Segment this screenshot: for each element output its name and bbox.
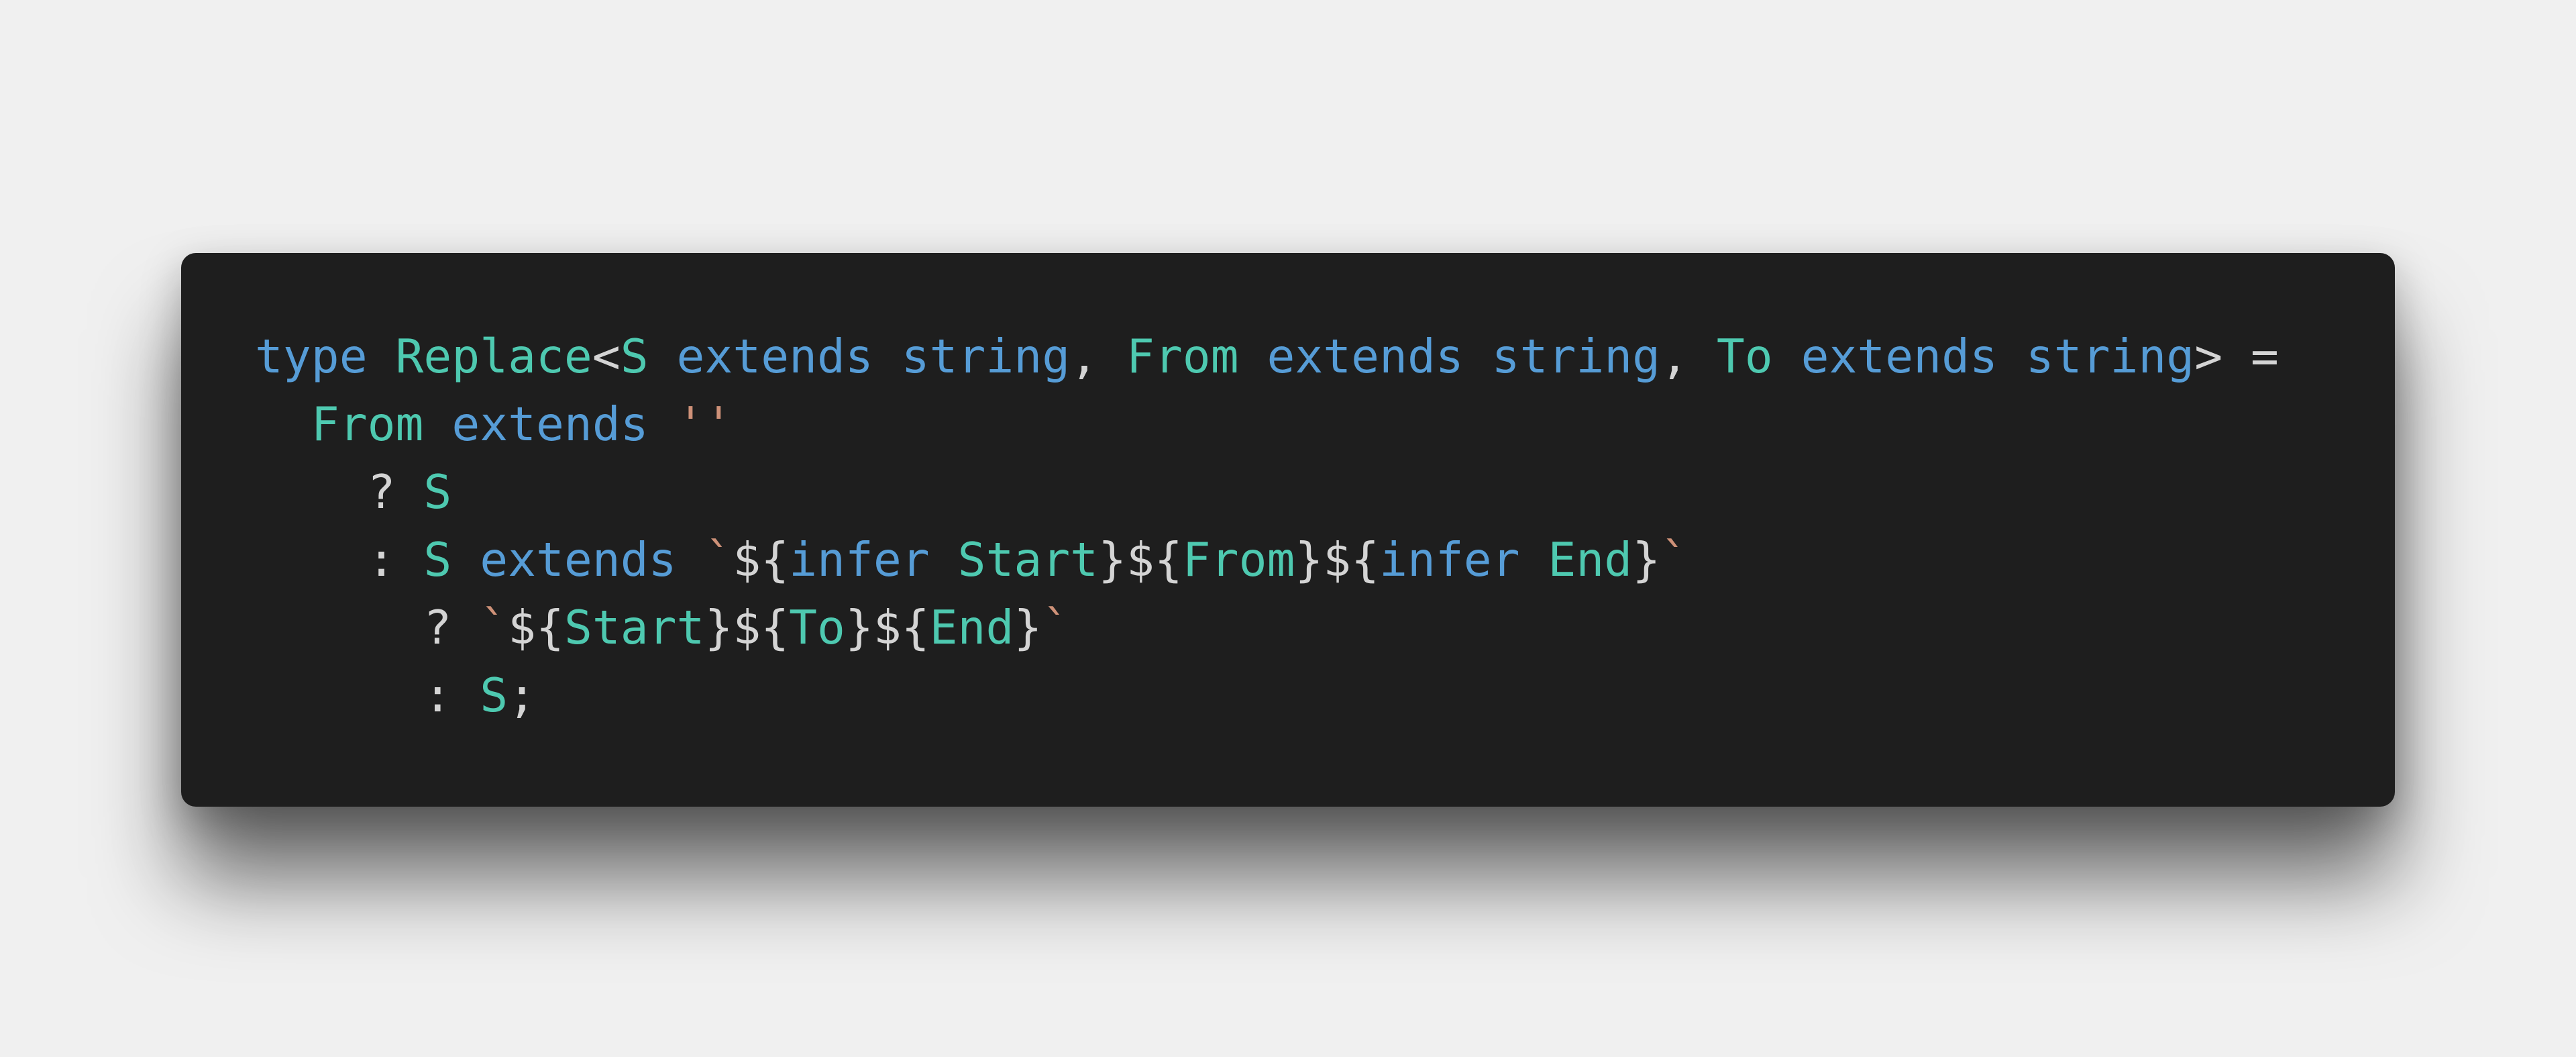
- punctuation-token: ;: [508, 668, 537, 723]
- punctuation-token: ,: [1070, 330, 1126, 384]
- punctuation-token: ,: [1660, 330, 1717, 384]
- code-snippet-card: type Replace<S extends string, From exte…: [181, 253, 2395, 807]
- string-token: `: [1042, 601, 1071, 655]
- punctuation-token: }${: [704, 601, 790, 655]
- type-token: From: [1182, 533, 1295, 587]
- keyword-token: string: [901, 330, 1071, 384]
- keyword-token: extends: [451, 397, 649, 452]
- keyword-token: infer: [789, 533, 930, 587]
- type-token: S: [620, 330, 649, 384]
- punctuation-token: [368, 330, 396, 384]
- code-line: ? `${Start}${To}${End}`: [255, 594, 2279, 662]
- type-token: Replace: [395, 330, 592, 384]
- code-line: : S;: [255, 662, 2279, 729]
- punctuation-token: ?: [423, 601, 480, 655]
- type-token: S: [423, 533, 452, 587]
- punctuation-token: [1464, 330, 1492, 384]
- punctuation-token: > =: [2194, 330, 2279, 384]
- punctuation-token: [930, 533, 958, 587]
- type-token: S: [423, 465, 452, 519]
- punctuation-token: [1773, 330, 1801, 384]
- keyword-token: string: [1491, 330, 1661, 384]
- punctuation-token: }: [1014, 601, 1042, 655]
- punctuation-token: <: [592, 330, 621, 384]
- type-token: From: [1126, 330, 1239, 384]
- keyword-token: extends: [1267, 330, 1464, 384]
- punctuation-token: }${: [845, 601, 930, 655]
- type-token: Start: [564, 601, 705, 655]
- string-token: `: [480, 601, 508, 655]
- code-line: From extends '': [255, 391, 2279, 458]
- keyword-token: string: [2025, 330, 2195, 384]
- punctuation-token: [873, 330, 902, 384]
- string-token: `: [1660, 533, 1688, 587]
- punctuation-token: }${: [1098, 533, 1183, 587]
- punctuation-token: [649, 397, 677, 452]
- keyword-token: extends: [676, 330, 873, 384]
- punctuation-token: ?: [367, 465, 424, 519]
- keyword-token: type: [255, 330, 368, 384]
- type-token: From: [311, 397, 424, 452]
- punctuation-token: [649, 330, 677, 384]
- type-token: S: [480, 668, 508, 723]
- code-line: ? S: [255, 458, 2279, 526]
- string-token: '': [676, 397, 733, 452]
- punctuation-token: :: [367, 533, 424, 587]
- punctuation-token: [451, 533, 480, 587]
- string-token: `: [704, 533, 733, 587]
- punctuation-token: [1520, 533, 1548, 587]
- punctuation-token: :: [423, 668, 480, 723]
- code-line: : S extends `${infer Start}${From}${infe…: [255, 526, 2279, 594]
- type-token: End: [929, 601, 1014, 655]
- keyword-token: infer: [1379, 533, 1520, 587]
- type-token: To: [1716, 330, 1773, 384]
- keyword-token: extends: [1801, 330, 1998, 384]
- type-token: To: [789, 601, 845, 655]
- punctuation-token: [1239, 330, 1267, 384]
- punctuation-token: }: [1632, 533, 1661, 587]
- type-token: End: [1548, 533, 1633, 587]
- punctuation-token: [423, 397, 451, 452]
- punctuation-token: ${: [508, 601, 564, 655]
- code-block: type Replace<S extends string, From exte…: [255, 323, 2279, 729]
- punctuation-token: [677, 533, 705, 587]
- type-token: Start: [957, 533, 1099, 587]
- punctuation-token: }${: [1295, 533, 1380, 587]
- code-line: type Replace<S extends string, From exte…: [255, 323, 2279, 391]
- punctuation-token: ${: [733, 533, 790, 587]
- keyword-token: extends: [480, 533, 677, 587]
- punctuation-token: [1998, 330, 2026, 384]
